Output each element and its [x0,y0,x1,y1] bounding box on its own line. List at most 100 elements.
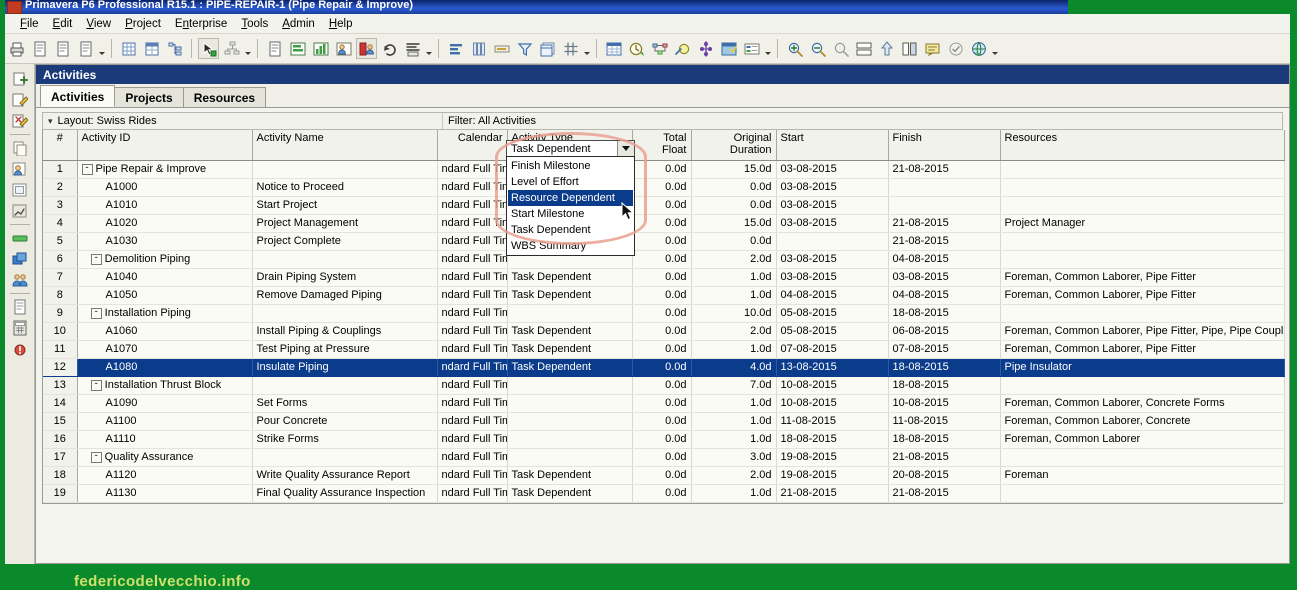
table-row[interactable]: 4A1020Project Managementndard Full TimeL… [43,214,1285,233]
table-row[interactable]: 1-Pipe Repair & Improve ndard Full Time 0.… [43,160,1285,179]
report-icon[interactable] [8,297,32,317]
add-activity-icon[interactable] [8,69,32,89]
filter-icon[interactable] [514,38,535,59]
table-row[interactable]: 16A1110Strike Formsndard Full Time 0.0d1.… [43,430,1285,449]
split-horizontal-icon[interactable] [853,38,874,59]
tab-projects[interactable]: Projects [114,87,184,107]
table-row[interactable]: 12A1080Insulate Pipingndard Full TimeTas… [43,358,1285,377]
print-preview-icon[interactable] [29,38,50,59]
split-vertical-icon[interactable] [899,38,920,59]
activity-type-combo[interactable]: Task Dependent [506,140,635,157]
details-icon[interactable] [141,38,162,59]
activity-usage-icon[interactable] [310,38,331,59]
table-row[interactable]: 15A1100Pour Concretendard Full Time0.0d1… [43,412,1285,431]
tab-resources[interactable]: Resources [182,87,267,107]
dropdown-option[interactable]: Finish Milestone [508,158,633,174]
tab-activities[interactable]: Activities [40,85,116,107]
relationships-icon[interactable] [695,38,716,59]
assign-resource-icon[interactable] [8,159,32,179]
activity-table-icon[interactable] [603,38,624,59]
table-row[interactable]: 14A1090Set Formsndard Full Time0.0d1.0d1… [43,394,1285,413]
copy-icon[interactable] [8,138,32,158]
wbs-icon[interactable] [287,38,308,59]
menu-item-admin[interactable]: Admin [275,16,322,32]
page-setup-icon[interactable] [52,38,73,59]
dropdown-option[interactable]: Resource Dependent [508,190,633,206]
progress-spotlight-icon[interactable] [672,38,693,59]
row-count-icon[interactable] [560,38,581,59]
dropdown-option[interactable]: Task Dependent [508,222,633,238]
zoom-in-icon[interactable] [784,38,805,59]
menu-item-file[interactable]: File [13,16,46,32]
table-icon[interactable] [118,38,139,59]
collapse-expand-icon[interactable]: - [90,307,102,319]
menu-item-enterprise[interactable]: Enterprise [168,16,234,32]
toolbar-overflow-chevron-icon[interactable] [582,38,591,59]
tree-icon[interactable] [164,38,185,59]
help-globe-icon[interactable] [968,38,989,59]
activity-details-icon[interactable] [8,180,32,200]
team-icon[interactable] [8,270,32,290]
table-row[interactable]: 5A1030Project Completendard Full TimeFin… [43,232,1285,251]
column-header-start[interactable]: Start [776,130,889,161]
print-icon[interactable] [6,38,27,59]
table-row[interactable]: 3A1010Start Projectndard Full TimeStart … [43,196,1285,215]
table-row[interactable]: 9 -Installation Piping ndard Full Time 0.0… [43,304,1285,323]
bar-green-icon[interactable] [8,228,32,248]
menu-item-project[interactable]: Project [118,16,168,32]
group-sort-icon[interactable] [445,38,466,59]
notebook-icon[interactable] [922,38,943,59]
column-header-idx[interactable]: # [43,130,78,161]
calculator-icon[interactable] [8,318,32,338]
collapse-expand-icon[interactable]: - [90,451,102,463]
zoom-fit-icon[interactable] [830,38,851,59]
chevron-down-icon[interactable] [617,141,634,156]
column-header-finish[interactable]: Finish [888,130,1001,161]
table-row[interactable]: 2A1000Notice to Proceedndard Full TimeSt… [43,178,1285,197]
group-blue-icon[interactable] [8,249,32,269]
timescale-icon[interactable] [718,38,739,59]
activity-network-icon[interactable] [626,38,647,59]
menu-item-tools[interactable]: Tools [234,16,275,32]
bars-icon[interactable] [491,38,512,59]
level-resources-icon[interactable] [402,38,423,59]
column-header-resources[interactable]: Resources [1000,130,1285,161]
toolbar-overflow-chevron-icon[interactable] [763,38,772,59]
table-row[interactable]: 11 A1070 Test Piping at Pressure ndard Full… [43,340,1285,359]
toolbar-overflow-chevron-icon[interactable] [97,38,106,59]
collapse-expand-icon[interactable]: - [90,253,102,265]
steps-icon[interactable] [8,201,32,221]
fill-down-icon[interactable] [876,38,897,59]
dropdown-option[interactable]: WBS Summary [508,238,633,254]
toolbar-overflow-chevron-icon[interactable] [990,38,999,59]
org-chart-icon[interactable] [221,38,242,59]
trace-logic-icon[interactable] [649,38,670,59]
spotlight-icon[interactable] [198,38,219,59]
page-search-icon[interactable] [75,38,96,59]
column-header-calendar[interactable]: Calendar [437,130,508,161]
columns-icon[interactable] [468,38,489,59]
dropdown-option[interactable]: Level of Effort [508,174,633,190]
table-row[interactable]: 7A1040Drain Piping Systemndard Full Time… [43,268,1285,287]
layout-icon[interactable] [537,38,558,59]
table-row[interactable]: 13 - Installation Thrust Block ndard Full … [43,376,1285,395]
column-header-original-duration[interactable]: Original Duration [691,130,777,161]
dropdown-option[interactable]: Start Milestone [508,206,633,222]
toolbar-overflow-chevron-icon[interactable] [243,38,252,59]
column-header-activity-name[interactable]: Activity Name [252,130,438,161]
filter-selector[interactable]: Filter: All Activities [443,113,541,129]
resource-usage-icon[interactable] [356,38,377,59]
table-row[interactable]: 17 -Quality Assurance ndard Full Time 0.0d… [43,448,1285,467]
menu-item-view[interactable]: View [79,16,118,32]
legend-icon[interactable] [741,38,762,59]
zoom-out-icon[interactable] [807,38,828,59]
recalculate-icon[interactable] [379,38,400,59]
spellcheck-icon[interactable] [945,38,966,59]
table-row[interactable]: 6 -Demolition Piping ndard Full Time 0.0d2… [43,250,1285,269]
table-row[interactable]: 19 A1130 Final Quality Assurance Inspectio… [43,484,1285,503]
toolbar-overflow-chevron-icon[interactable] [424,38,433,59]
assign-resources-icon[interactable] [333,38,354,59]
collapse-expand-icon[interactable]: - [90,379,102,391]
table-row[interactable]: 18 A1120 Write Quality Assurance Report nda… [43,466,1285,485]
table-row[interactable]: 10 A1060 Install Piping & Couplings ndard F… [43,322,1285,341]
